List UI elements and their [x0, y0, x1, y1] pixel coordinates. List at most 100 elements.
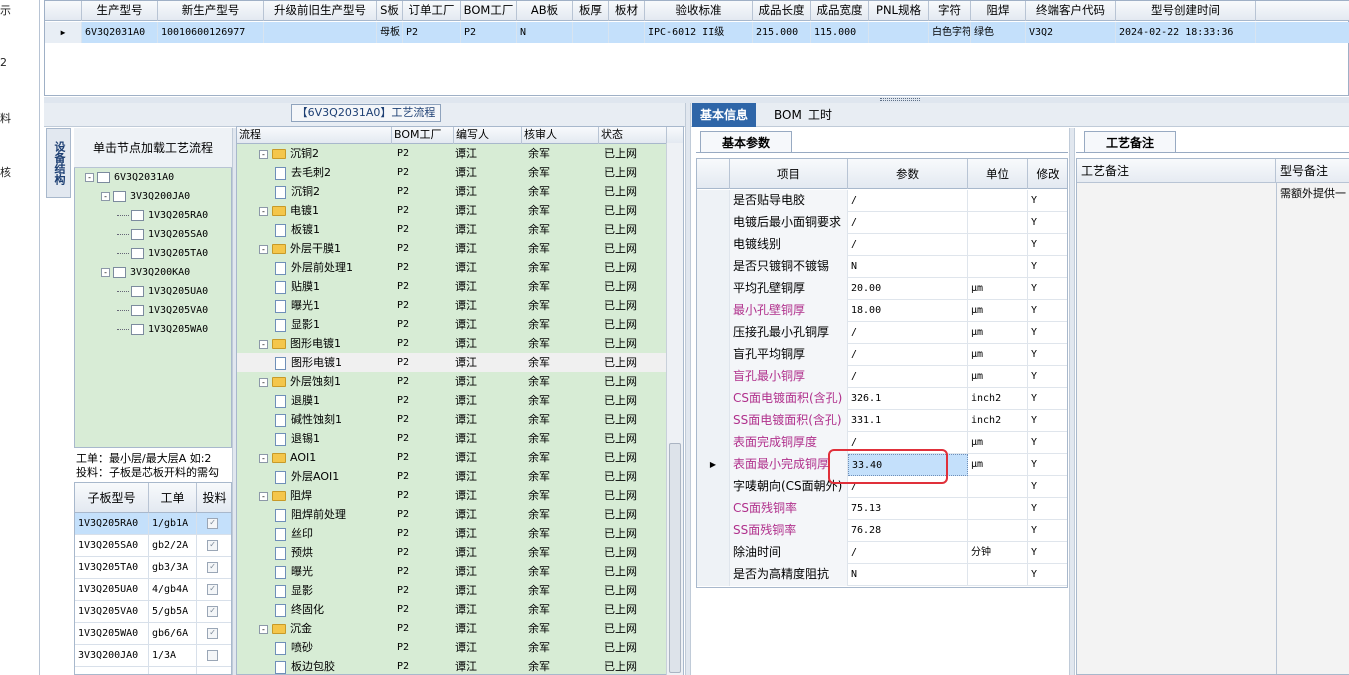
- param-value[interactable]: N: [848, 564, 968, 586]
- param-column-header[interactable]: 项目: [730, 159, 848, 189]
- param-column-header[interactable]: 参数: [848, 159, 968, 189]
- subgrid-cell[interactable]: [75, 667, 149, 674]
- column-header[interactable]: 终端客户代码: [1026, 1, 1116, 21]
- param-row[interactable]: SS面电镀面积(含孔) 331.1 inch2 Y: [697, 410, 1067, 432]
- param-modify[interactable]: Y: [1028, 190, 1067, 212]
- notes-splitter[interactable]: [1069, 128, 1075, 675]
- load-process-button[interactable]: 单击节点加载工艺流程: [74, 128, 232, 168]
- process-row[interactable]: 曝光 P2 谭江 余军 已上网: [237, 562, 667, 581]
- tree-node[interactable]: 1V3Q205SA0: [117, 226, 208, 244]
- param-value[interactable]: /: [848, 322, 968, 344]
- grid-cell[interactable]: V3Q2: [1026, 22, 1116, 43]
- param-modify[interactable]: Y: [1028, 498, 1067, 520]
- grid-cell[interactable]: [869, 22, 929, 43]
- process-row[interactable]: - AOI1 P2 谭江 余军 已上网: [237, 448, 667, 467]
- param-row[interactable]: 电镀线别 / Y: [697, 234, 1067, 256]
- param-modify[interactable]: Y: [1028, 344, 1067, 366]
- grid-cell[interactable]: [264, 22, 377, 43]
- param-value[interactable]: /: [848, 190, 968, 212]
- process-row[interactable]: 退膜1 P2 谭江 余军 已上网: [237, 391, 667, 410]
- column-header[interactable]: 字符: [929, 1, 971, 21]
- feed-checkbox[interactable]: ✓: [207, 627, 218, 639]
- process-row[interactable]: - 沉铜2 P2 谭江 余军 已上网: [237, 144, 667, 163]
- tab-work-hours[interactable]: 工时: [800, 103, 840, 127]
- param-value[interactable]: /: [848, 542, 968, 564]
- column-header[interactable]: PNL规格: [869, 1, 929, 21]
- param-modify[interactable]: Y: [1028, 410, 1067, 432]
- param-value[interactable]: 331.1: [848, 410, 968, 432]
- expand-icon[interactable]: -: [259, 453, 268, 463]
- grid-cell[interactable]: IPC-6012 II级: [645, 22, 753, 43]
- param-column-header[interactable]: 单位: [968, 159, 1028, 189]
- process-row[interactable]: - 阻焊 P2 谭江 余军 已上网: [237, 486, 667, 505]
- grid-cell[interactable]: 2024-02-22 18:33:36: [1116, 22, 1256, 43]
- model-grid-row[interactable]: ▶ 6V3Q2031A0 10010600126977 母板 P2 P2 N IPC-6012…: [45, 22, 1349, 43]
- subgrid-cell[interactable]: 3V3Q200JA0: [75, 645, 149, 667]
- feed-checkbox[interactable]: [207, 649, 218, 661]
- subgrid-cell[interactable]: gb3/3A: [149, 557, 197, 579]
- param-value[interactable]: 326.1: [848, 388, 968, 410]
- column-header[interactable]: 板材: [609, 1, 645, 21]
- column-header[interactable]: 板厚: [573, 1, 609, 21]
- process-column-header[interactable]: BOM工厂: [392, 127, 454, 144]
- subgrid-cell[interactable]: ✓: [197, 579, 231, 601]
- process-row[interactable]: 阻焊前处理 P2 谭江 余军 已上网: [237, 505, 667, 524]
- structure-vertical-tab[interactable]: 设备结构: [46, 128, 71, 198]
- subgrid-cell[interactable]: ✓: [197, 513, 231, 535]
- tree-node[interactable]: 1V3Q205TA0: [117, 245, 208, 263]
- param-value[interactable]: N: [848, 256, 968, 278]
- expand-icon[interactable]: -: [101, 267, 110, 277]
- process-row[interactable]: 喷砂 P2 谭江 余军 已上网: [237, 638, 667, 657]
- process-row[interactable]: 碱性蚀刻1 P2 谭江 余军 已上网: [237, 410, 667, 429]
- grid-cell[interactable]: P2: [461, 22, 517, 43]
- process-column-header[interactable]: 编写人: [454, 127, 522, 144]
- left-nav-item[interactable]: 示: [0, 2, 11, 18]
- grid-cell[interactable]: [573, 22, 609, 43]
- subgrid-cell[interactable]: ✓: [197, 623, 231, 645]
- process-column-header[interactable]: 流程: [237, 127, 392, 144]
- process-row[interactable]: - 电镀1 P2 谭江 余军 已上网: [237, 201, 667, 220]
- left-nav-item[interactable]: 核: [0, 164, 11, 180]
- process-row[interactable]: 去毛刺2 P2 谭江 余军 已上网: [237, 163, 667, 182]
- process-row[interactable]: 显影 P2 谭江 余军 已上网: [237, 581, 667, 600]
- process-row[interactable]: 外层AOI1 P2 谭江 余军 已上网: [237, 467, 667, 486]
- subgrid-cell[interactable]: ✓: [197, 601, 231, 623]
- grid-cell[interactable]: 白色字符: [929, 22, 971, 43]
- param-row[interactable]: CS面残铜率 75.13 Y: [697, 498, 1067, 520]
- process-row[interactable]: 丝印 P2 谭江 余军 已上网: [237, 524, 667, 543]
- param-modify[interactable]: Y: [1028, 564, 1067, 586]
- param-modify[interactable]: Y: [1028, 454, 1067, 476]
- tab-basic-params[interactable]: 基本参数: [700, 131, 792, 153]
- process-row[interactable]: 图形电镀1 P2 谭江 余军 已上网: [237, 353, 667, 372]
- subgrid-cell[interactable]: 1V3Q205SA0: [75, 535, 149, 557]
- param-row[interactable]: 压接孔最小孔铜厚 / μm Y: [697, 322, 1067, 344]
- process-row[interactable]: 退锡1 P2 谭江 余军 已上网: [237, 429, 667, 448]
- tab-process-notes[interactable]: 工艺备注: [1084, 131, 1176, 153]
- param-modify[interactable]: Y: [1028, 234, 1067, 256]
- left-nav-item[interactable]: 料: [0, 110, 11, 126]
- subgrid-cell[interactable]: 1V3Q205VA0: [75, 601, 149, 623]
- column-header[interactable]: 生产型号: [82, 1, 158, 21]
- process-row[interactable]: - 沉金 P2 谭江 余军 已上网: [237, 619, 667, 638]
- param-modify[interactable]: Y: [1028, 212, 1067, 234]
- process-row[interactable]: 曝光1 P2 谭江 余军 已上网: [237, 296, 667, 315]
- param-row[interactable]: 盲孔最小铜厚 / μm Y: [697, 366, 1067, 388]
- param-row[interactable]: 平均孔壁铜厚 20.00 μm Y: [697, 278, 1067, 300]
- process-row[interactable]: 贴膜1 P2 谭江 余军 已上网: [237, 277, 667, 296]
- param-modify[interactable]: Y: [1028, 300, 1067, 322]
- tree-node[interactable]: - 6V3Q2031A0: [85, 169, 174, 187]
- param-row[interactable]: CS面电镀面积(含孔) 326.1 inch2 Y: [697, 388, 1067, 410]
- column-header[interactable]: 升级前旧生产型号: [264, 1, 377, 21]
- param-row[interactable]: 电镀后最小面铜要求 / Y: [697, 212, 1067, 234]
- grid-cell[interactable]: 6V3Q2031A0: [82, 22, 158, 43]
- feed-checkbox[interactable]: ✓: [207, 605, 218, 617]
- process-row[interactable]: 预烘 P2 谭江 余军 已上网: [237, 543, 667, 562]
- param-value[interactable]: 20.00: [848, 278, 968, 300]
- process-row[interactable]: 终固化 P2 谭江 余军 已上网: [237, 600, 667, 619]
- tree-node[interactable]: - 3V3Q200KA0: [101, 264, 190, 282]
- param-row[interactable]: 除油时间 / 分钟 Y: [697, 542, 1067, 564]
- subgrid-cell[interactable]: 1/gb1A: [149, 513, 197, 535]
- param-modify[interactable]: Y: [1028, 542, 1067, 564]
- subgrid-cell[interactable]: [197, 645, 231, 667]
- grid-cell[interactable]: P2: [403, 22, 461, 43]
